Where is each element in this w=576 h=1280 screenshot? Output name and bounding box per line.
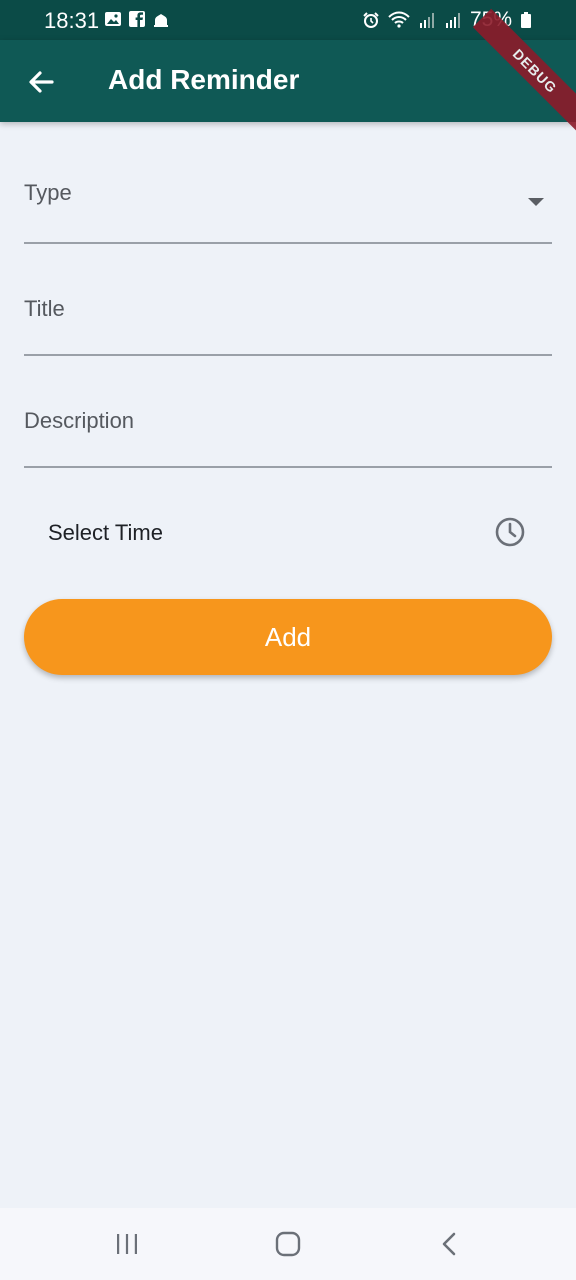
- facebook-icon: [129, 11, 145, 27]
- home-icon[interactable]: [274, 1230, 302, 1258]
- status-time: 18:31: [44, 8, 100, 33]
- description-input[interactable]: Description: [24, 402, 552, 468]
- add-button-label: Add: [264, 621, 312, 652]
- battery-icon: [521, 12, 531, 28]
- recent-apps-icon[interactable]: [112, 1230, 142, 1258]
- wifi-icon: [388, 11, 410, 28]
- mosque-icon: [154, 14, 168, 27]
- select-time-row[interactable]: Select Time: [24, 500, 552, 566]
- dropdown-arrow-icon[interactable]: [528, 198, 544, 206]
- signal-icon: [445, 13, 460, 28]
- signal-icon: [419, 13, 434, 28]
- clock-icon[interactable]: [494, 516, 526, 548]
- description-label: Description: [24, 408, 135, 433]
- add-button[interactable]: Add: [24, 599, 552, 675]
- image-icon: [105, 12, 121, 26]
- alarm-icon: [363, 12, 379, 28]
- app-bar: Add Reminder DEBUG: [0, 8, 576, 134]
- title-label: Title: [24, 296, 65, 321]
- status-icons-left: [104, 10, 170, 28]
- title-input[interactable]: Title: [24, 290, 552, 356]
- select-time-label: Select Time: [48, 520, 163, 545]
- type-label: Type: [24, 180, 72, 205]
- back-arrow-icon[interactable]: [24, 64, 60, 100]
- system-nav-bar: [0, 1208, 576, 1280]
- back-icon[interactable]: [436, 1230, 462, 1258]
- type-dropdown[interactable]: Type: [24, 172, 552, 244]
- page-title: Add Reminder: [108, 64, 300, 95]
